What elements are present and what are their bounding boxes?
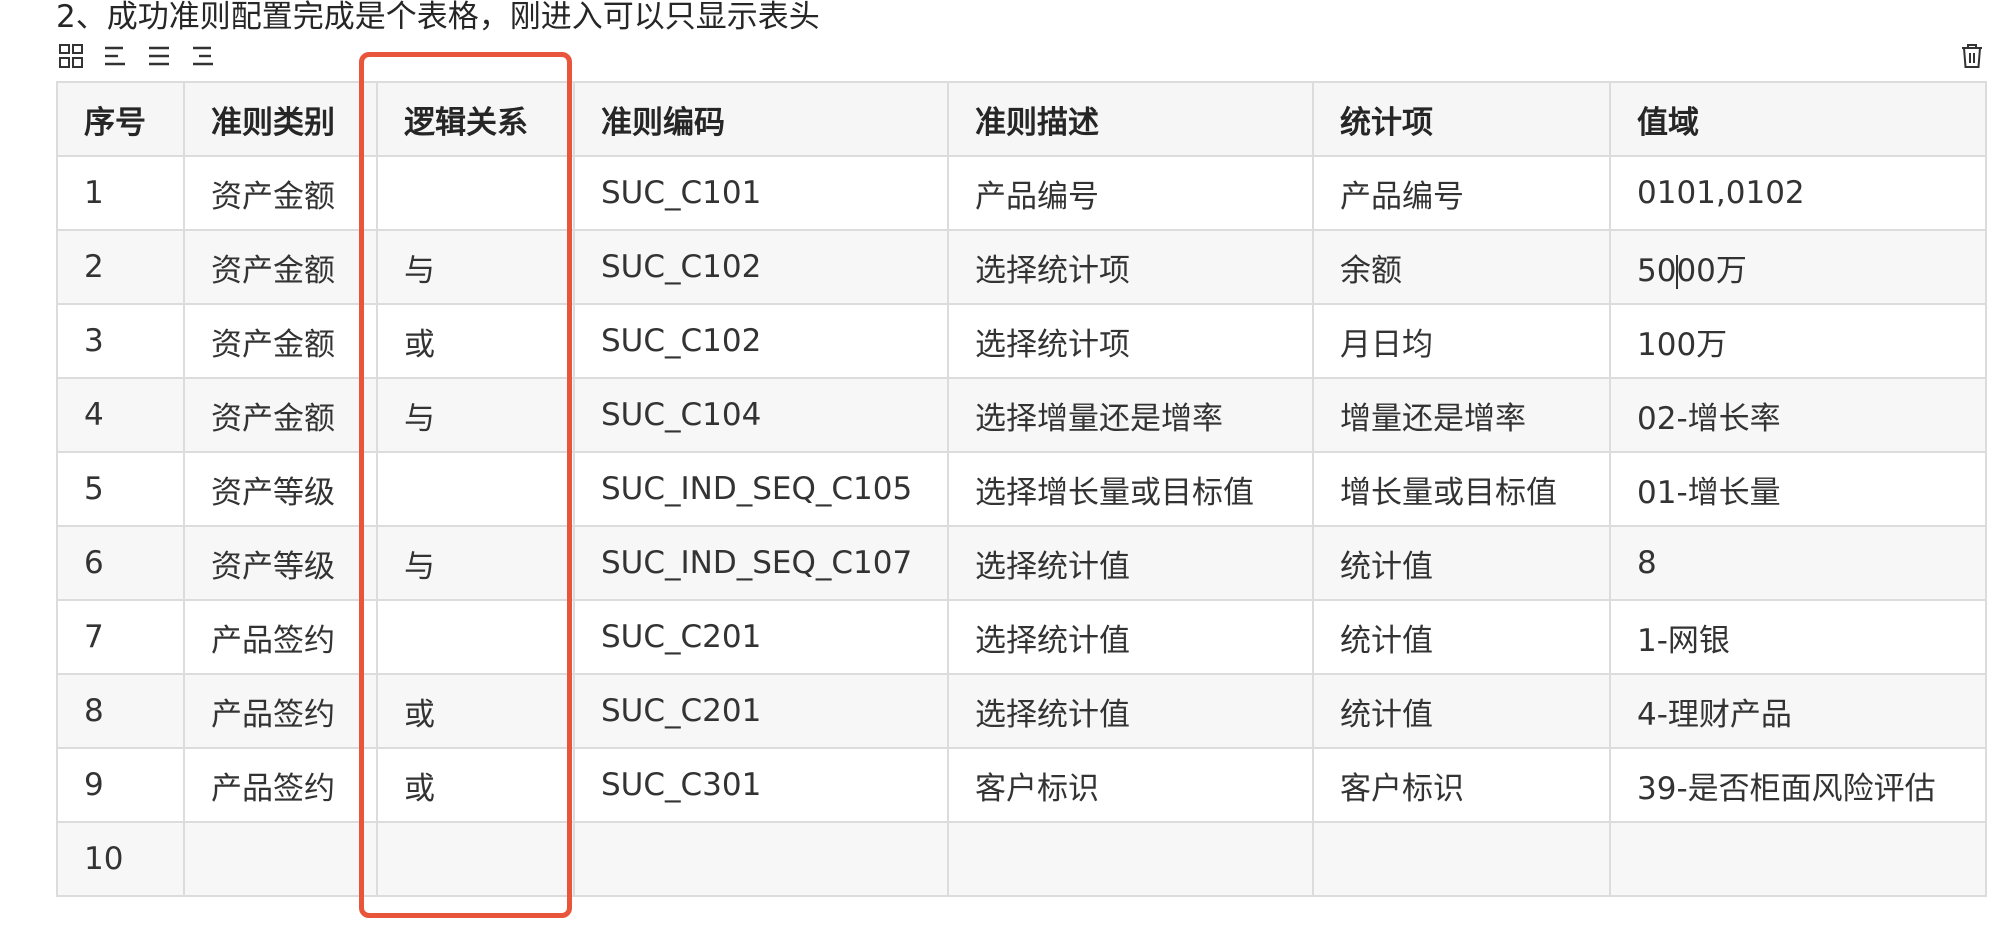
seq-cell[interactable]: 10: [56, 821, 185, 897]
column-header-logic: 逻辑关系: [376, 81, 575, 157]
description-cell[interactable]: 客户标识: [947, 747, 1314, 823]
seq-cell[interactable]: 3: [56, 303, 185, 379]
category-cell[interactable]: 产品签约: [183, 599, 378, 675]
trash-icon[interactable]: [1956, 40, 1988, 72]
table-row: 9 产品签约或 SUC_C301 客户标识 客户标识 39-是否柜面风险评估: [56, 747, 1987, 823]
seq-cell[interactable]: 5: [56, 451, 185, 527]
description-cell[interactable]: 选择统计值: [947, 525, 1314, 601]
category-cell[interactable]: 资产金额: [183, 229, 378, 305]
seq-cell[interactable]: 4: [56, 377, 185, 453]
description-cell[interactable]: 选择增量还是增率: [947, 377, 1314, 453]
criteria-table: 序号 准则类别 逻辑关系 准则编码 准则描述 统计项 值域 1 资产金额 SUC_C…: [56, 81, 1987, 897]
cell-text-after-caret: 00万: [1676, 252, 1747, 289]
logic-cell[interactable]: 与: [376, 525, 575, 601]
table-row: 4 资产金额与 SUC_C104 选择增量还是增率 增量还是增率 02-增长率: [56, 377, 1987, 453]
code-cell[interactable]: SUC_IND_SEQ_C105: [573, 451, 949, 527]
category-cell[interactable]: 产品签约: [183, 747, 378, 823]
logic-cell[interactable]: [376, 155, 575, 231]
code-cell[interactable]: SUC_C104: [573, 377, 949, 453]
seq-cell[interactable]: 2: [56, 229, 185, 305]
category-cell[interactable]: 产品签约: [183, 673, 378, 749]
category-cell[interactable]: 资产金额: [183, 155, 378, 231]
code-cell[interactable]: SUC_IND_SEQ_C107: [573, 525, 949, 601]
description-cell[interactable]: 选择统计项: [947, 303, 1314, 379]
value-range-cell[interactable]: 100万: [1609, 303, 1987, 379]
logic-cell[interactable]: 或: [376, 673, 575, 749]
seq-cell[interactable]: 7: [56, 599, 185, 675]
logic-cell[interactable]: [376, 821, 575, 897]
table-row: 2 资产金额与 SUC_C102 选择统计项 余额 5000万: [56, 229, 1987, 305]
value-range-cell[interactable]: 4-理财产品: [1609, 673, 1987, 749]
column-header-category: 准则类别: [183, 81, 378, 157]
seq-cell[interactable]: 6: [56, 525, 185, 601]
value-range-cell[interactable]: 39-是否柜面风险评估: [1609, 747, 1987, 823]
value-range-cell[interactable]: 8: [1609, 525, 1987, 601]
column-header-description: 准则描述: [947, 81, 1314, 157]
cell-text-before-caret: 50: [1637, 252, 1677, 289]
logic-cell[interactable]: 与: [376, 377, 575, 453]
code-cell[interactable]: SUC_C101: [573, 155, 949, 231]
description-cell[interactable]: 产品编号: [947, 155, 1314, 231]
code-cell[interactable]: SUC_C102: [573, 303, 949, 379]
logic-cell[interactable]: 与: [376, 229, 575, 305]
stat-item-cell[interactable]: 增长量或目标值: [1312, 451, 1611, 527]
table-row: 7 产品签约 SUC_C201 选择统计值 统计值 1-网银: [56, 599, 1987, 675]
stat-item-cell[interactable]: 产品编号: [1312, 155, 1611, 231]
logic-cell[interactable]: [376, 451, 575, 527]
code-cell[interactable]: [573, 821, 949, 897]
value-range-cell[interactable]: 02-增长率: [1609, 377, 1987, 453]
value-range-cell[interactable]: 1-网银: [1609, 599, 1987, 675]
align-center-icon[interactable]: [144, 41, 174, 71]
table-toolbar: [56, 40, 218, 72]
table-row: 5 资产等级 SUC_IND_SEQ_C105 选择增长量或目标值 增长量或目标值 01-…: [56, 451, 1987, 527]
description-cell[interactable]: 选择统计项: [947, 229, 1314, 305]
table-row: 1 资产金额 SUC_C101 产品编号 产品编号 0101,0102: [56, 155, 1987, 231]
table-layout-icon[interactable]: [56, 41, 86, 71]
category-cell[interactable]: 资产金额: [183, 303, 378, 379]
column-header-value-range: 值域: [1609, 81, 1987, 157]
section-heading: 2、成功准则配置完成是个表格，刚进入可以只显示表头: [56, 0, 820, 35]
logic-cell[interactable]: [376, 599, 575, 675]
value-range-cell[interactable]: 5000万: [1609, 229, 1987, 305]
stat-item-cell[interactable]: [1312, 821, 1611, 897]
category-cell[interactable]: 资产等级: [183, 451, 378, 527]
align-left-icon[interactable]: [100, 41, 130, 71]
stat-item-cell[interactable]: 月日均: [1312, 303, 1611, 379]
seq-cell[interactable]: 9: [56, 747, 185, 823]
table-row: 6 资产等级与 SUC_IND_SEQ_C107 选择统计值 统计值 8: [56, 525, 1987, 601]
code-cell[interactable]: SUC_C301: [573, 747, 949, 823]
stat-item-cell[interactable]: 统计值: [1312, 525, 1611, 601]
align-right-icon[interactable]: [188, 41, 218, 71]
stat-item-cell[interactable]: 统计值: [1312, 673, 1611, 749]
seq-cell[interactable]: 8: [56, 673, 185, 749]
code-cell[interactable]: SUC_C201: [573, 599, 949, 675]
stat-item-cell[interactable]: 增量还是增率: [1312, 377, 1611, 453]
description-cell[interactable]: 选择统计值: [947, 599, 1314, 675]
column-header-code: 准则编码: [573, 81, 949, 157]
description-cell[interactable]: [947, 821, 1314, 897]
category-cell[interactable]: [183, 821, 378, 897]
description-cell[interactable]: 选择统计值: [947, 673, 1314, 749]
table-row: 10: [56, 821, 1987, 897]
stat-item-cell[interactable]: 统计值: [1312, 599, 1611, 675]
seq-cell[interactable]: 1: [56, 155, 185, 231]
table-row: 3 资产金额或 SUC_C102 选择统计项 月日均 100万: [56, 303, 1987, 379]
value-range-cell[interactable]: 01-增长量: [1609, 451, 1987, 527]
category-cell[interactable]: 资产金额: [183, 377, 378, 453]
value-range-cell[interactable]: 0101,0102: [1609, 155, 1987, 231]
code-cell[interactable]: SUC_C102: [573, 229, 949, 305]
table-header-row: 序号 准则类别 逻辑关系 准则编码 准则描述 统计项 值域: [56, 81, 1987, 157]
table-row: 8 产品签约或 SUC_C201 选择统计值 统计值 4-理财产品: [56, 673, 1987, 749]
category-cell[interactable]: 资产等级: [183, 525, 378, 601]
column-header-seq: 序号: [56, 81, 185, 157]
column-header-stat-item: 统计项: [1312, 81, 1611, 157]
code-cell[interactable]: SUC_C201: [573, 673, 949, 749]
stat-item-cell[interactable]: 余额: [1312, 229, 1611, 305]
logic-cell[interactable]: 或: [376, 747, 575, 823]
logic-cell[interactable]: 或: [376, 303, 575, 379]
stat-item-cell[interactable]: 客户标识: [1312, 747, 1611, 823]
value-range-cell[interactable]: [1609, 821, 1987, 897]
description-cell[interactable]: 选择增长量或目标值: [947, 451, 1314, 527]
